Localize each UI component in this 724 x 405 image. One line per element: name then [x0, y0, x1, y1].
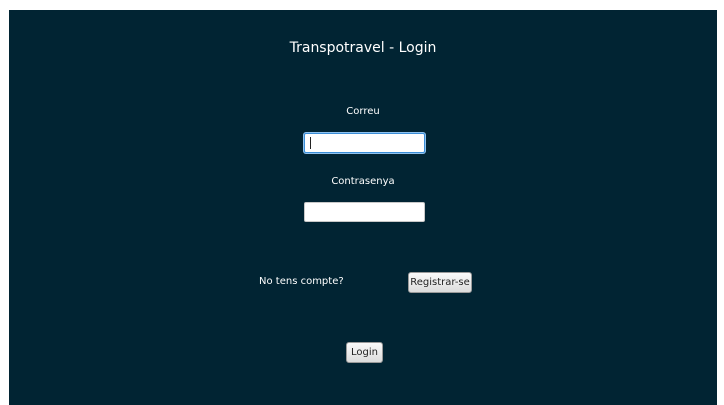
password-label: Contrasenya: [331, 176, 395, 187]
no-account-label: No tens compte?: [259, 276, 344, 287]
register-button[interactable]: Registrar-se: [408, 272, 472, 293]
password-field[interactable]: [304, 202, 425, 222]
login-window: Transpotravel - Login Correu Contrasenya…: [9, 10, 717, 405]
email-field[interactable]: [304, 133, 425, 153]
email-label: Correu: [346, 106, 380, 117]
page-title: Transpotravel - Login: [289, 40, 437, 56]
login-button[interactable]: Login: [346, 342, 383, 363]
text-caret: [310, 137, 311, 149]
